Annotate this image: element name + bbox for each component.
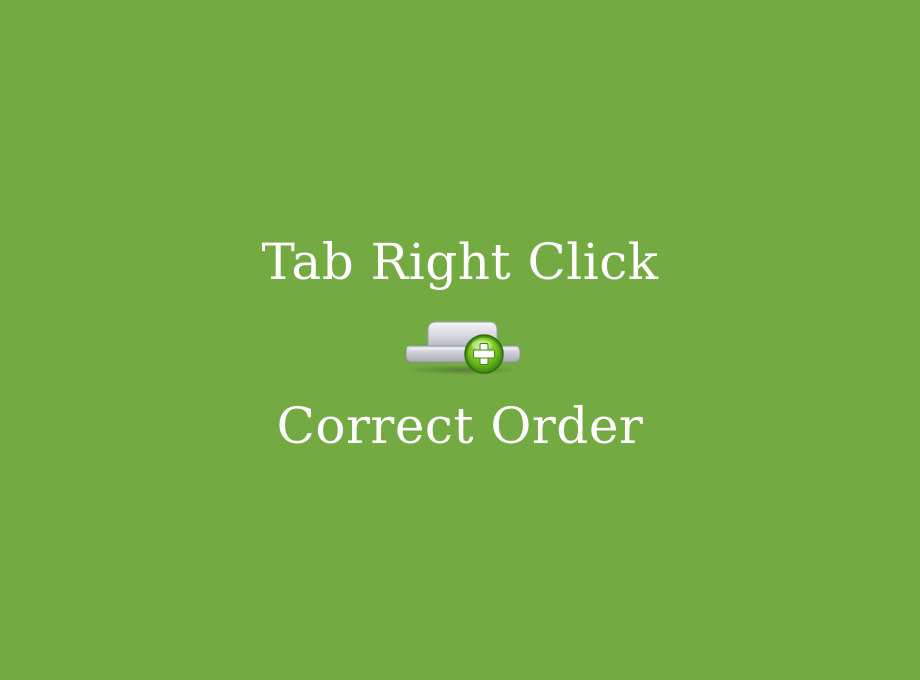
banner-title-line-2: Correct Order	[276, 397, 644, 455]
promo-banner: Tab Right Click Correct Order	[0, 0, 920, 680]
banner-title-line-1: Tab Right Click	[261, 233, 659, 291]
new-tab-plus-icon	[402, 316, 526, 378]
